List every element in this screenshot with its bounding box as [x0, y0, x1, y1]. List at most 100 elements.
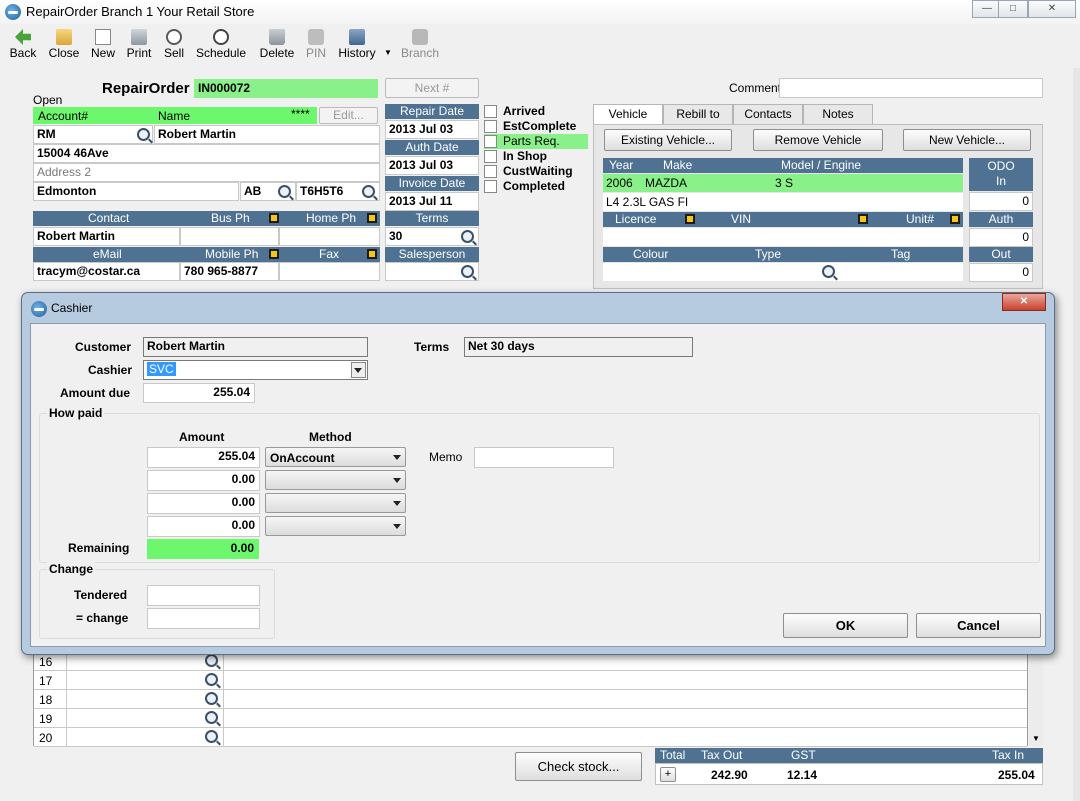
postal-search-icon[interactable] [362, 185, 375, 198]
table-row[interactable]: 18 [34, 690, 1027, 709]
next-number-button[interactable]: Next # [385, 78, 479, 98]
part-search-icon[interactable] [205, 730, 218, 743]
delete-button[interactable]: Delete [256, 26, 298, 64]
dialog-close-button[interactable]: ✕ [1002, 293, 1046, 311]
part-search-icon[interactable] [205, 654, 218, 667]
part-search-icon[interactable] [205, 692, 218, 705]
odo-auth-field[interactable]: 0 [969, 228, 1033, 247]
licence-pin-icon[interactable] [685, 214, 695, 224]
payment-amount-2[interactable]: 0.00 [147, 470, 260, 491]
part-search-icon[interactable] [205, 673, 218, 686]
home-phone-field[interactable] [279, 227, 380, 246]
fax-field[interactable] [279, 262, 380, 281]
edit-customer-button[interactable]: Edit... [319, 107, 378, 124]
back-button[interactable]: Back [6, 26, 40, 64]
ok-button[interactable]: OK [783, 613, 908, 638]
flag-arrived[interactable]: Arrived [484, 104, 588, 119]
sell-button[interactable]: Sell [160, 26, 188, 64]
checkbox[interactable] [484, 165, 497, 178]
licence-row[interactable] [603, 228, 963, 246]
flag-in-shop[interactable]: In Shop [484, 149, 588, 164]
chevron-down-icon [393, 501, 401, 506]
salesperson-search-icon[interactable] [461, 265, 474, 278]
payment-method-3[interactable] [265, 493, 406, 513]
tab-vehicle[interactable]: Vehicle [593, 104, 663, 124]
payment-method-1[interactable]: OnAccount [265, 447, 406, 467]
checkbox[interactable] [484, 180, 497, 193]
type-search-icon[interactable] [822, 265, 835, 278]
bus-phone-field[interactable] [180, 227, 279, 246]
fax-pin-icon[interactable] [367, 249, 377, 259]
chevron-down-icon[interactable] [351, 362, 366, 378]
repair-date-field[interactable]: 2013 Jul 03 [385, 120, 479, 139]
customer-name-field[interactable]: Robert Martin [154, 125, 380, 144]
gst-value: 12.14 [787, 768, 818, 782]
address1-field[interactable]: 15004 46Ave [33, 144, 380, 163]
checkbox[interactable] [484, 150, 497, 163]
flag-completed[interactable]: Completed [484, 179, 588, 194]
payment-amount-1[interactable]: 255.04 [147, 447, 260, 468]
remove-vehicle-button[interactable]: Remove Vehicle [753, 129, 883, 151]
auth-date-field[interactable]: 2013 Jul 03 [385, 156, 479, 175]
mobile-pin-icon[interactable] [269, 249, 279, 259]
grid-scrollbar[interactable]: ▼ [1029, 651, 1043, 746]
branch-button[interactable]: Branch [398, 26, 442, 64]
payment-method-4[interactable] [265, 516, 406, 536]
close-window-button[interactable]: ✕ [1028, 0, 1076, 18]
vehicle-row[interactable]: 2006 MAZDA 3 S [603, 174, 963, 192]
pin-button[interactable]: PIN [304, 26, 328, 64]
comment-input[interactable] [779, 78, 1043, 98]
checkbox[interactable] [484, 105, 497, 118]
checkbox[interactable] [484, 120, 497, 133]
mobile-phone-field[interactable]: 780 965-8877 [180, 262, 279, 281]
bus-ph-pin-icon[interactable] [269, 213, 279, 223]
odo-in-field[interactable]: 0 [969, 192, 1033, 211]
invoice-date-field[interactable]: 2013 Jul 11 [385, 192, 479, 211]
flag-parts-req[interactable]: Parts Req. [484, 134, 588, 149]
order-number-field[interactable]: IN000072 [194, 79, 378, 98]
email-field[interactable]: tracym@costar.ca [33, 262, 180, 281]
payment-amount-3[interactable]: 0.00 [147, 493, 260, 514]
history-button[interactable]: History [335, 26, 379, 64]
terms-search-icon[interactable] [461, 230, 474, 243]
odo-out-field[interactable]: 0 [969, 263, 1033, 282]
new-button[interactable]: New [88, 26, 118, 64]
memo-input[interactable] [474, 447, 614, 468]
table-row[interactable]: 17 [34, 671, 1027, 690]
print-button[interactable]: Print [124, 26, 154, 64]
colour-row[interactable] [603, 263, 963, 281]
maximize-button[interactable]: □ [998, 0, 1028, 18]
history-dropdown-icon[interactable]: ▼ [384, 48, 392, 57]
payment-amount-4[interactable]: 0.00 [147, 516, 260, 537]
tab-notes[interactable]: Notes [803, 104, 873, 124]
vin-pin-icon[interactable] [858, 214, 868, 224]
checkbox[interactable] [484, 135, 497, 148]
check-stock-button[interactable]: Check stock... [515, 752, 642, 781]
flag-est-complete[interactable]: EstComplete [484, 119, 588, 134]
scroll-down-icon[interactable]: ▼ [1032, 734, 1040, 743]
payment-method-2[interactable] [265, 470, 406, 490]
tab-rebill-to[interactable]: Rebill to [663, 104, 733, 124]
cashier-select[interactable]: SVC [143, 360, 368, 380]
expand-totals-button[interactable]: + [660, 767, 676, 782]
account-field[interactable]: RM [33, 125, 153, 144]
unit-pin-icon[interactable] [950, 214, 960, 224]
close-button[interactable]: Close [46, 26, 82, 64]
contact-field[interactable]: Robert Martin [33, 227, 180, 246]
new-vehicle-button[interactable]: New Vehicle... [903, 129, 1031, 151]
part-search-icon[interactable] [205, 711, 218, 724]
table-row[interactable]: 19 [34, 709, 1027, 728]
existing-vehicle-button[interactable]: Existing Vehicle... [604, 129, 732, 151]
tendered-input[interactable] [147, 585, 260, 606]
clock-icon [213, 29, 229, 45]
city-field[interactable]: Edmonton [33, 182, 239, 201]
home-ph-pin-icon[interactable] [367, 213, 377, 223]
flag-cust-waiting[interactable]: CustWaiting [484, 164, 588, 179]
address2-field[interactable]: Address 2 [33, 163, 380, 182]
table-row[interactable]: 20 [34, 728, 1027, 747]
account-search-icon[interactable] [137, 128, 150, 141]
province-search-icon[interactable] [278, 185, 291, 198]
cancel-button[interactable]: Cancel [916, 613, 1041, 638]
schedule-button[interactable]: Schedule [193, 26, 249, 64]
tab-contacts[interactable]: Contacts [733, 104, 803, 124]
